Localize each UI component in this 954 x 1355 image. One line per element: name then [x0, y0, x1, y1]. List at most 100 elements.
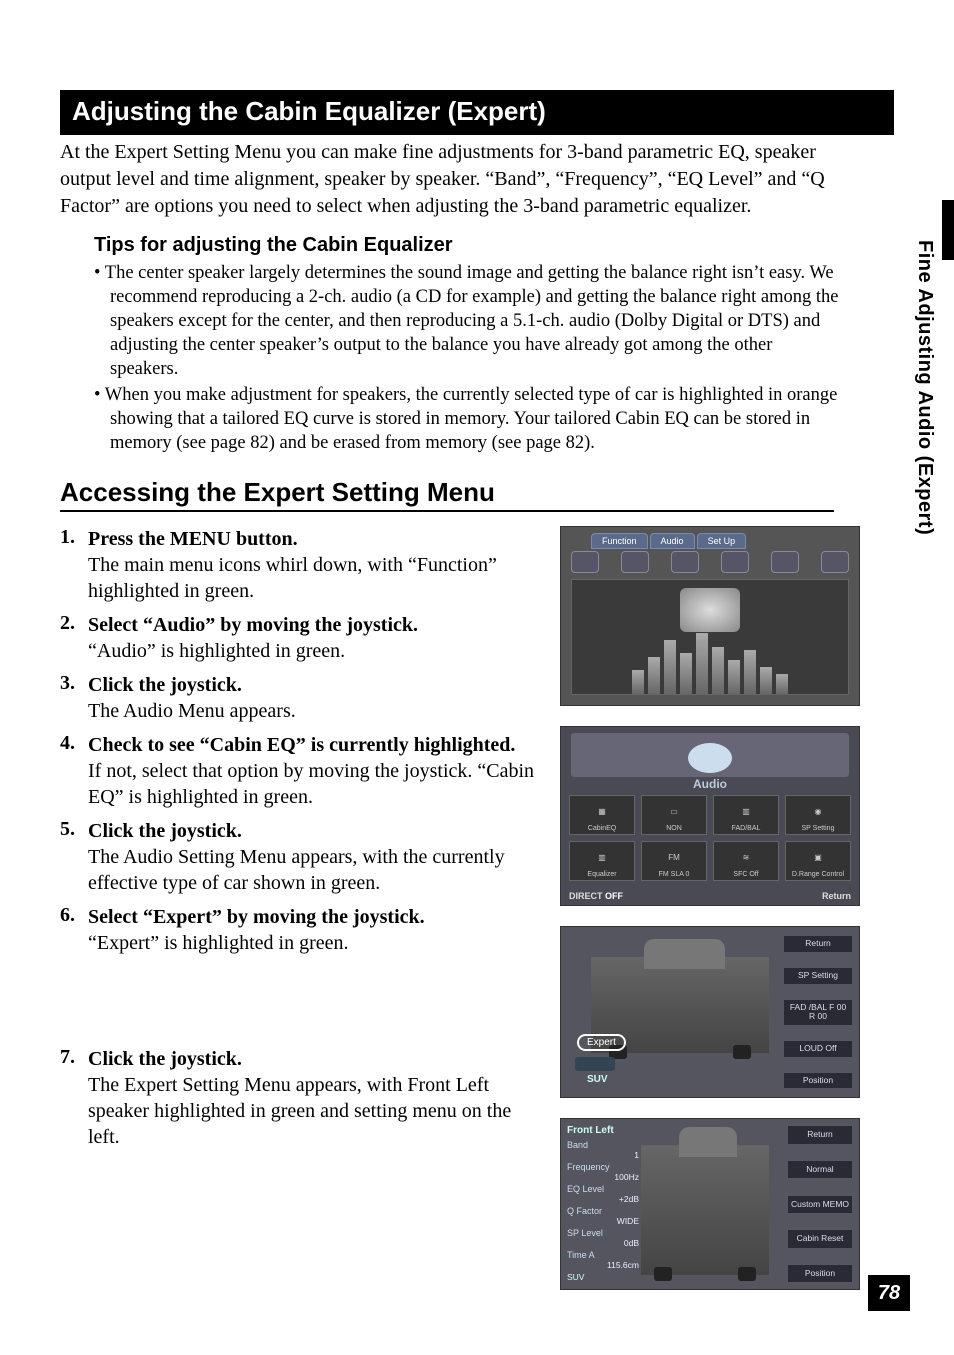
left-settings-panel: Front Left Band 1 Frequency 100Hz EQ Lev… — [567, 1125, 639, 1283]
step-title: Click the joystick. — [88, 818, 540, 844]
page-number: 78 — [868, 1275, 910, 1311]
panel-return: Return — [783, 935, 853, 952]
car-type-label: SUV — [587, 1074, 608, 1085]
audio-cell-sfc: ≋SFC Off — [713, 841, 779, 881]
step: 6. Select “Expert” by moving the joystic… — [60, 904, 540, 956]
step-desc: The main menu icons whirl down, with “Fu… — [88, 552, 540, 604]
step: 3. Click the joystick. The Audio Menu ap… — [60, 672, 540, 724]
step: 4. Check to see “Cabin EQ” is currently … — [60, 732, 540, 810]
intro-paragraph: At the Expert Setting Menu you can make … — [60, 139, 894, 220]
audio-header-area — [571, 733, 849, 777]
tips-block: Tips for adjusting the Cabin Equalizer T… — [94, 234, 894, 455]
screenshot-cabin-eq: Expert SUV Return SP Setting FAD /BAL F … — [560, 926, 860, 1098]
section-title-bar: Adjusting the Cabin Equalizer (Expert) — [60, 90, 894, 135]
step-desc: “Audio” is highlighted in green. — [88, 638, 540, 664]
panel-return: Return — [787, 1125, 853, 1144]
step-title: Select “Expert” by moving the joystick. — [88, 904, 540, 930]
direct-label: DIRECT OFF — [569, 891, 623, 901]
setting-label-timea: Time A — [567, 1250, 639, 1260]
setting-label-frequency: Frequency — [567, 1162, 639, 1172]
car-type-label: SUV — [567, 1272, 639, 1282]
subsection-heading: Accessing the Expert Setting Menu — [60, 477, 834, 512]
screenshots-column: Function Audio Set Up — [560, 526, 870, 1290]
step-number: 7. — [60, 1046, 88, 1150]
step-number: 2. — [60, 612, 88, 664]
step-desc: If not, select that option by moving the… — [88, 758, 540, 810]
screenshot-expert-setting: Front Left Band 1 Frequency 100Hz EQ Lev… — [560, 1118, 860, 1290]
audio-cell-drange: ▣D.Range Control — [785, 841, 851, 881]
audio-title: Audio — [693, 777, 727, 791]
audio-cell-spsetting: ◉SP Setting — [785, 795, 851, 835]
visualizer-area — [571, 579, 849, 695]
setting-value: 0dB — [567, 1238, 639, 1248]
setting-label-qfactor: Q Factor — [567, 1206, 639, 1216]
audio-cell-non: ▭NON — [641, 795, 707, 835]
menu-tab-setup: Set Up — [697, 533, 747, 549]
panel-position: Position — [783, 1072, 853, 1089]
step-number: 6. — [60, 904, 88, 956]
screenshot-audio-menu: Audio ▦CabinEQ ▭NON ▥FAD/BAL ◉SP Setting… — [560, 726, 860, 906]
steps-column: 1. Press the MENU button. The main menu … — [60, 526, 540, 1290]
step-title: Select “Audio” by moving the joystick. — [88, 612, 540, 638]
audio-cell-equalizer: ▥Equalizer — [569, 841, 635, 881]
audio-icon-grid: ▦CabinEQ ▭NON ▥FAD/BAL ◉SP Setting ▥Equa… — [569, 795, 851, 881]
step-desc: The Audio Menu appears. — [88, 698, 540, 724]
step-desc: The Expert Setting Menu appears, with Fr… — [88, 1072, 540, 1150]
right-panel: Return Normal Custom MEMO Cabin Reset Po… — [787, 1125, 853, 1283]
audio-graphic — [688, 743, 732, 773]
setting-value: 1 — [567, 1150, 639, 1160]
two-column-layout: 1. Press the MENU button. The main menu … — [60, 526, 894, 1290]
screenshot-main-menu: Function Audio Set Up — [560, 526, 860, 706]
step-title: Press the MENU button. — [88, 526, 540, 552]
step: 1. Press the MENU button. The main menu … — [60, 526, 540, 604]
tips-item: The center speaker largely determines th… — [94, 261, 844, 381]
return-label: Return — [822, 891, 851, 901]
step-title: Check to see “Cabin EQ” is currently hig… — [88, 732, 540, 758]
panel-normal: Normal — [787, 1160, 853, 1179]
setting-label-eqlevel: EQ Level — [567, 1184, 639, 1194]
menu-icon — [821, 551, 849, 573]
side-tab-marker — [942, 200, 954, 260]
manual-page: Fine Adjusting Audio (Expert) Adjusting … — [0, 0, 954, 1355]
step-desc: The Audio Setting Menu appears, with the… — [88, 844, 540, 896]
menu-icon — [721, 551, 749, 573]
menu-tab-function: Function — [591, 533, 648, 549]
step: 5. Click the joystick. The Audio Setting… — [60, 818, 540, 896]
menu-icon — [671, 551, 699, 573]
setting-label-splevel: SP Level — [567, 1228, 639, 1238]
setting-value: 115.6cm — [567, 1260, 639, 1270]
step-title: Click the joystick. — [88, 672, 540, 698]
audio-cell-cabineq: ▦CabinEQ — [569, 795, 635, 835]
step-number: 3. — [60, 672, 88, 724]
audio-cell-fadbal: ▥FAD/BAL — [713, 795, 779, 835]
step-title: Click the joystick. — [88, 1046, 540, 1072]
audio-cell-sla: FMFM SLA 0 — [641, 841, 707, 881]
panel-custom-memo: Custom MEMO — [787, 1195, 853, 1214]
step-number: 4. — [60, 732, 88, 810]
step: 7. Click the joystick. The Expert Settin… — [60, 1046, 540, 1150]
step: 2. Select “Audio” by moving the joystick… — [60, 612, 540, 664]
step-desc: “Expert” is highlighted in green. — [88, 930, 540, 956]
panel-cabin-reset: Cabin Reset — [787, 1229, 853, 1248]
menu-icon — [621, 551, 649, 573]
menu-icon — [571, 551, 599, 573]
side-tab-label: Fine Adjusting Audio (Expert) — [913, 240, 936, 535]
tips-heading: Tips for adjusting the Cabin Equalizer — [94, 234, 844, 257]
panel-position: Position — [787, 1264, 853, 1283]
setting-label-band: Band — [567, 1140, 639, 1150]
car-graphic — [641, 1145, 769, 1275]
setting-value: 100Hz — [567, 1172, 639, 1182]
step-number: 1. — [60, 526, 88, 604]
right-panel: Return SP Setting FAD /BAL F 00 R 00 LOU… — [783, 935, 853, 1089]
menu-icon — [771, 551, 799, 573]
tips-item: When you make adjustment for speakers, t… — [94, 383, 844, 455]
car-type-icon — [575, 1057, 615, 1071]
menu-tab-audio: Audio — [650, 533, 695, 549]
panel-loud: LOUD Off — [783, 1040, 853, 1057]
setting-value: +2dB — [567, 1194, 639, 1204]
panel-spsetting: SP Setting — [783, 967, 853, 984]
expert-button-outline: Expert — [577, 1034, 626, 1051]
setting-value: WIDE — [567, 1216, 639, 1226]
panel-fadbal: FAD /BAL F 00 R 00 — [783, 999, 853, 1026]
step-number: 5. — [60, 818, 88, 896]
